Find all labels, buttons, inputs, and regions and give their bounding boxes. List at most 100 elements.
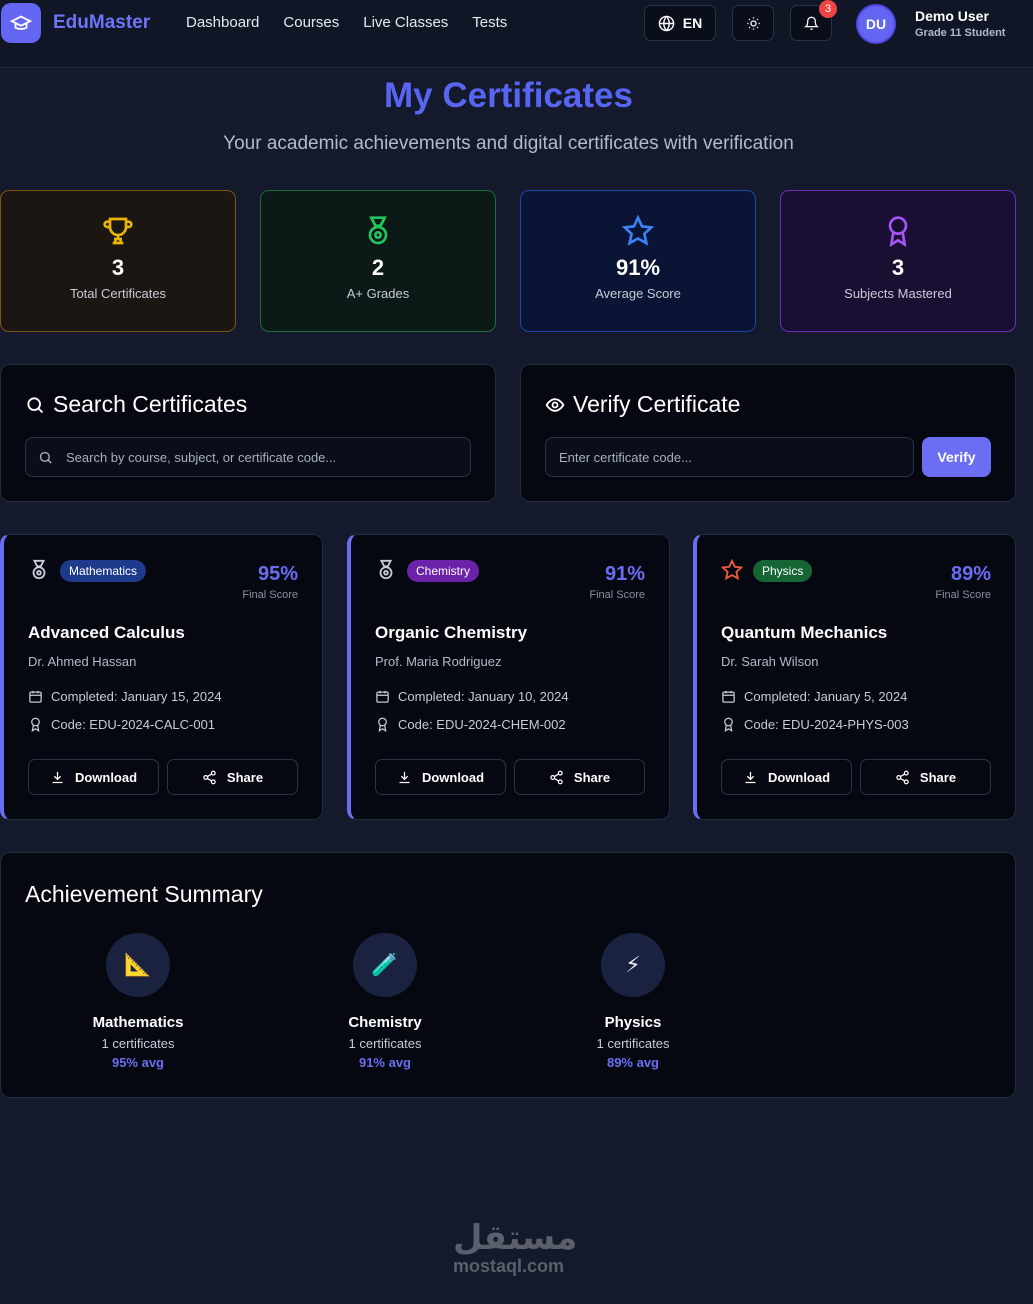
award-icon [888, 216, 908, 247]
subject-tag: Chemistry [407, 560, 480, 582]
nav-dashboard[interactable]: Dashboard [186, 14, 259, 31]
download-icon [399, 771, 410, 783]
subject-name: Physics [604, 1014, 662, 1031]
subject-count: 1 certificates [596, 1036, 670, 1051]
search-placeholder: Search by course, subject, or certificat… [66, 449, 337, 465]
stat-label: Subjects Mastered [844, 286, 952, 301]
avatar[interactable]: DU [856, 4, 896, 44]
download-button[interactable]: Download [28, 759, 159, 795]
completed-date: Completed: January 15, 2024 [28, 689, 222, 704]
share-icon [203, 770, 216, 784]
achievement-summary-panel: Achievement Summary 📐 Mathematics 1 cert… [0, 852, 1016, 1098]
teacher-name: Prof. Maria Rodriguez [375, 654, 502, 669]
final-score-label: Final Score [589, 589, 645, 601]
sun-icon [746, 16, 760, 30]
subject-count: 1 certificates [348, 1036, 422, 1051]
stat-a-plus-grades: 2 A+ Grades [260, 190, 496, 332]
search-icon [27, 396, 44, 413]
test-tube-icon: 🧪 [353, 933, 417, 997]
verify-button[interactable]: Verify [922, 437, 991, 477]
medal-icon [32, 559, 46, 580]
verify-placeholder: Enter certificate code... [559, 449, 692, 465]
stat-subjects-mastered: 3 Subjects Mastered [780, 190, 1016, 332]
final-score: 95% [257, 563, 298, 585]
summary-title: Achievement Summary [25, 881, 263, 907]
lightning-icon: ⚡ [601, 933, 665, 997]
stat-label: Total Certificates [69, 286, 167, 301]
bell-icon [803, 16, 819, 30]
search-title-text: Search Certificates [53, 391, 248, 417]
final-score-label: Final Score [242, 589, 298, 601]
theme-toggle-button[interactable] [732, 5, 774, 41]
subject-tag: Physics [753, 560, 813, 582]
certificate-card: Physics 89% Final Score Quantum Mechanic… [693, 534, 1016, 820]
star-icon [622, 215, 654, 246]
verify-panel: Verify Certificate Enter certificate cod… [520, 364, 1016, 502]
page-subtitle: Your academic achievements and digital c… [223, 133, 794, 154]
final-score: 91% [604, 563, 645, 585]
language-label: EN [682, 15, 703, 31]
stat-label: Average Score [595, 286, 681, 301]
calendar-icon [376, 690, 389, 703]
brand-name[interactable]: EduMaster [53, 12, 150, 34]
medal-icon [379, 559, 393, 580]
completed-date: Completed: January 10, 2024 [375, 689, 569, 704]
share-button[interactable]: Share [167, 759, 298, 795]
summary-subject-mathematics: 📐 Mathematics 1 certificates 95% avg [58, 933, 218, 1070]
download-button[interactable]: Download [375, 759, 506, 795]
award-icon [378, 717, 387, 732]
graduation-cap-logo-icon[interactable] [1, 3, 41, 43]
stat-value: 3 [111, 255, 125, 280]
search-panel-title: Search Certificates [25, 391, 247, 418]
search-icon [39, 451, 52, 464]
search-input[interactable]: Search by course, subject, or certificat… [25, 437, 471, 477]
certificate-code-input[interactable]: Enter certificate code... [545, 437, 914, 477]
subject-name: Mathematics [92, 1014, 184, 1031]
certificate-code: Code: EDU-2024-CALC-001 [28, 717, 215, 732]
verify-title-text: Verify Certificate [573, 391, 741, 417]
stat-value: 3 [891, 255, 905, 280]
top-navbar: EduMaster Dashboard Courses Live Classes… [0, 0, 1033, 68]
main-nav: Dashboard Courses Live Classes Tests [186, 14, 507, 31]
calendar-icon [29, 690, 42, 703]
stat-total-certificates: 3 Total Certificates [0, 190, 236, 332]
subject-average: 95% avg [111, 1055, 165, 1070]
certificate-code: Code: EDU-2024-CHEM-002 [375, 717, 566, 732]
nav-live-classes[interactable]: Live Classes [363, 14, 448, 31]
certificate-code: Code: EDU-2024-PHYS-003 [721, 717, 909, 732]
teacher-name: Dr. Sarah Wilson [721, 654, 819, 669]
final-score-label: Final Score [935, 589, 991, 601]
summary-subject-chemistry: 🧪 Chemistry 1 certificates 91% avg [305, 933, 465, 1070]
page-title: My Certificates [384, 76, 633, 115]
language-button[interactable]: EN [644, 5, 716, 41]
verify-panel-title: Verify Certificate [545, 391, 740, 418]
award-icon [31, 717, 40, 732]
user-name: Demo User [915, 8, 989, 24]
star-icon [721, 559, 743, 581]
award-icon [724, 717, 733, 732]
subject-tag: Mathematics [60, 560, 147, 582]
stat-label: A+ Grades [346, 286, 410, 301]
stat-average-score: 91% Average Score [520, 190, 756, 332]
share-button[interactable]: Share [514, 759, 645, 795]
share-icon [896, 770, 909, 784]
medal-icon [368, 216, 388, 245]
teacher-name: Dr. Ahmed Hassan [28, 654, 137, 669]
subject-name: Chemistry [348, 1014, 422, 1031]
watermark-logo: مستقل [453, 1219, 578, 1257]
nav-tests[interactable]: Tests [472, 14, 507, 31]
calendar-icon [722, 690, 735, 703]
course-name: Organic Chemistry [375, 623, 528, 642]
certificate-card: Mathematics 95% Final Score Advanced Cal… [0, 534, 323, 820]
subject-average: 89% avg [606, 1055, 660, 1070]
stat-value: 91% [615, 255, 661, 280]
search-panel: Search Certificates Search by course, su… [0, 364, 496, 502]
user-role: Grade 11 Student [915, 27, 1006, 39]
download-button[interactable]: Download [721, 759, 852, 795]
nav-courses[interactable]: Courses [283, 14, 339, 31]
download-icon [745, 771, 756, 783]
watermark-url: mostaql.com [453, 1256, 565, 1276]
share-button[interactable]: Share [860, 759, 991, 795]
stat-value: 2 [371, 255, 385, 280]
subject-count: 1 certificates [101, 1036, 175, 1051]
